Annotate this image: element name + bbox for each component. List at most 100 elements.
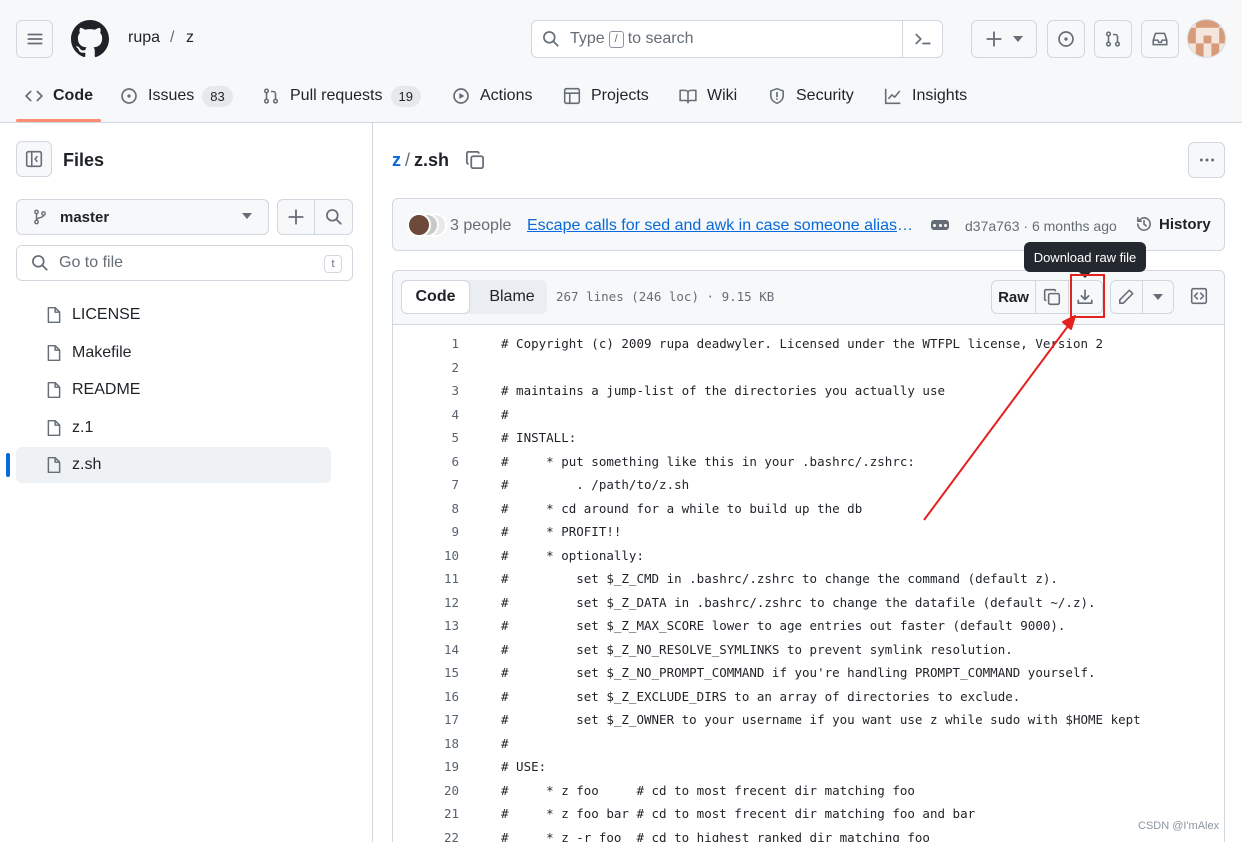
tab-actions-label: Actions: [480, 87, 533, 104]
kebab-horizontal-icon: [1199, 158, 1214, 162]
copy-path-icon[interactable]: [465, 150, 485, 170]
commit-sha-age[interactable]: d37a763 · 6 months ago: [965, 218, 1117, 234]
breadcrumb-separator: /: [405, 150, 411, 170]
file-icon: [47, 306, 61, 324]
file-tree-item-z1[interactable]: z.1: [16, 410, 331, 446]
search-input[interactable]: Type / to search: [531, 20, 943, 58]
collapse-sidebar-button[interactable]: [16, 141, 52, 177]
line-number[interactable]: 13: [393, 618, 459, 633]
go-to-file-shortcut: t: [324, 255, 342, 273]
symbols-panel-button[interactable]: [1182, 280, 1216, 312]
issues-count-badge: 83: [202, 85, 233, 107]
commit-message-link[interactable]: Escape calls for sed and awk in case som…: [527, 217, 915, 235]
blame-view-button[interactable]: Blame: [477, 280, 547, 314]
chevron-down-icon: [1152, 294, 1163, 300]
go-to-file-input[interactable]: Go to file t: [16, 245, 353, 281]
line-number[interactable]: 22: [393, 830, 459, 842]
copy-icon: [1043, 288, 1061, 306]
tab-pull-requests[interactable]: Pull requests 19: [262, 72, 421, 120]
line-number[interactable]: 9: [393, 524, 459, 539]
raw-button[interactable]: Raw: [992, 281, 1036, 313]
branch-select[interactable]: master: [16, 199, 269, 235]
line-number[interactable]: 19: [393, 759, 459, 774]
line-content: # set $_Z_EXCLUDE_DIRS to an array of di…: [501, 688, 1021, 704]
code-line: 4 #: [393, 403, 1224, 426]
file-tree-item-label: z.sh: [72, 456, 102, 473]
search-files-button[interactable]: [315, 200, 352, 234]
inbox-icon: [1152, 32, 1168, 46]
code-view-button[interactable]: Code: [401, 280, 470, 314]
line-number[interactable]: 3: [393, 383, 459, 398]
line-number[interactable]: 12: [393, 595, 459, 610]
file-tree-item-license[interactable]: LICENSE: [16, 297, 331, 333]
tab-security[interactable]: Security: [768, 72, 854, 120]
line-number[interactable]: 2: [393, 360, 459, 375]
file-tree-item-label: README: [72, 381, 141, 398]
line-number[interactable]: 7: [393, 477, 459, 492]
expand-commit-button[interactable]: [931, 220, 949, 230]
edit-options-button[interactable]: [1141, 281, 1173, 313]
active-tab-indicator: [16, 119, 101, 122]
tab-wiki[interactable]: Wiki: [679, 72, 737, 120]
code-line: 7 # . /path/to/z.sh: [393, 473, 1224, 496]
edit-file-button[interactable]: [1111, 281, 1142, 313]
line-number[interactable]: 6: [393, 454, 459, 469]
file-breadcrumb: z / z.sh: [392, 150, 449, 171]
line-number[interactable]: 16: [393, 689, 459, 704]
tab-projects[interactable]: Projects: [563, 72, 649, 120]
terminal-icon: [914, 33, 931, 45]
history-button[interactable]: History: [1135, 215, 1211, 233]
line-number[interactable]: 5: [393, 430, 459, 445]
line-content: # set $_Z_NO_PROMPT_COMMAND if you're ha…: [501, 665, 1096, 680]
line-number[interactable]: 20: [393, 783, 459, 798]
inbox-button[interactable]: [1141, 20, 1179, 58]
tab-issues[interactable]: Issues 83: [120, 72, 233, 120]
line-content: # * optionally:: [501, 547, 644, 563]
copy-raw-button[interactable]: [1036, 281, 1068, 313]
code-line: 11 # set $_Z_CMD in .bashrc/.zshrc to cha…: [393, 567, 1224, 590]
contributor-avatar[interactable]: [407, 213, 431, 237]
file-tree-sidebar: Files master Go to file t LICENSE Makefi…: [0, 123, 373, 842]
line-number[interactable]: 15: [393, 665, 459, 680]
contributors-count[interactable]: 3 people: [450, 217, 511, 235]
tab-code[interactable]: Code: [25, 72, 93, 120]
tab-insights[interactable]: Insights: [884, 72, 967, 120]
line-number[interactable]: 1: [393, 336, 459, 351]
file-tree-item-readme[interactable]: README: [16, 372, 331, 408]
download-tooltip: Download raw file: [1024, 242, 1146, 278]
code-line: 6 # * put something like this in your .ba…: [393, 450, 1224, 473]
file-tree-item-makefile[interactable]: Makefile: [16, 335, 331, 371]
line-number[interactable]: 10: [393, 548, 459, 563]
breadcrumb-repo-link[interactable]: z: [392, 150, 401, 171]
command-palette-button[interactable]: [902, 21, 942, 57]
line-number[interactable]: 8: [393, 501, 459, 516]
github-logo-icon[interactable]: [71, 20, 109, 58]
more-options-button[interactable]: [1188, 142, 1225, 178]
code-line: 14 # set $_Z_NO_RESOLVE_SYMLINKS to preve…: [393, 638, 1224, 661]
tab-actions[interactable]: Actions: [452, 72, 532, 120]
file-icon: [47, 344, 61, 362]
owner-link[interactable]: rupa: [128, 29, 160, 47]
line-number[interactable]: 11: [393, 571, 459, 586]
add-file-button[interactable]: [278, 200, 316, 234]
line-number[interactable]: 18: [393, 736, 459, 751]
line-number[interactable]: 4: [393, 407, 459, 422]
repo-link[interactable]: z: [186, 29, 194, 47]
sidebar-actions: [277, 199, 353, 235]
pencil-icon: [1119, 289, 1135, 304]
issues-button[interactable]: [1047, 20, 1085, 58]
create-new-button[interactable]: [971, 20, 1037, 58]
menu-button[interactable]: [16, 20, 53, 58]
table-icon: [563, 87, 581, 105]
file-name: z.sh: [414, 150, 450, 170]
tab-security-label: Security: [796, 87, 854, 104]
line-number[interactable]: 17: [393, 712, 459, 727]
line-number[interactable]: 14: [393, 642, 459, 657]
line-number[interactable]: 21: [393, 806, 459, 821]
avatar[interactable]: [1187, 19, 1226, 58]
pull-requests-button[interactable]: [1094, 20, 1132, 58]
line-content: # set $_Z_OWNER to your username if you …: [501, 712, 1141, 727]
line-content: # * z foo bar # cd to most frecent dir m…: [501, 806, 976, 821]
file-tree-item-zsh[interactable]: z.sh: [16, 447, 331, 483]
plus-icon: [288, 209, 304, 225]
